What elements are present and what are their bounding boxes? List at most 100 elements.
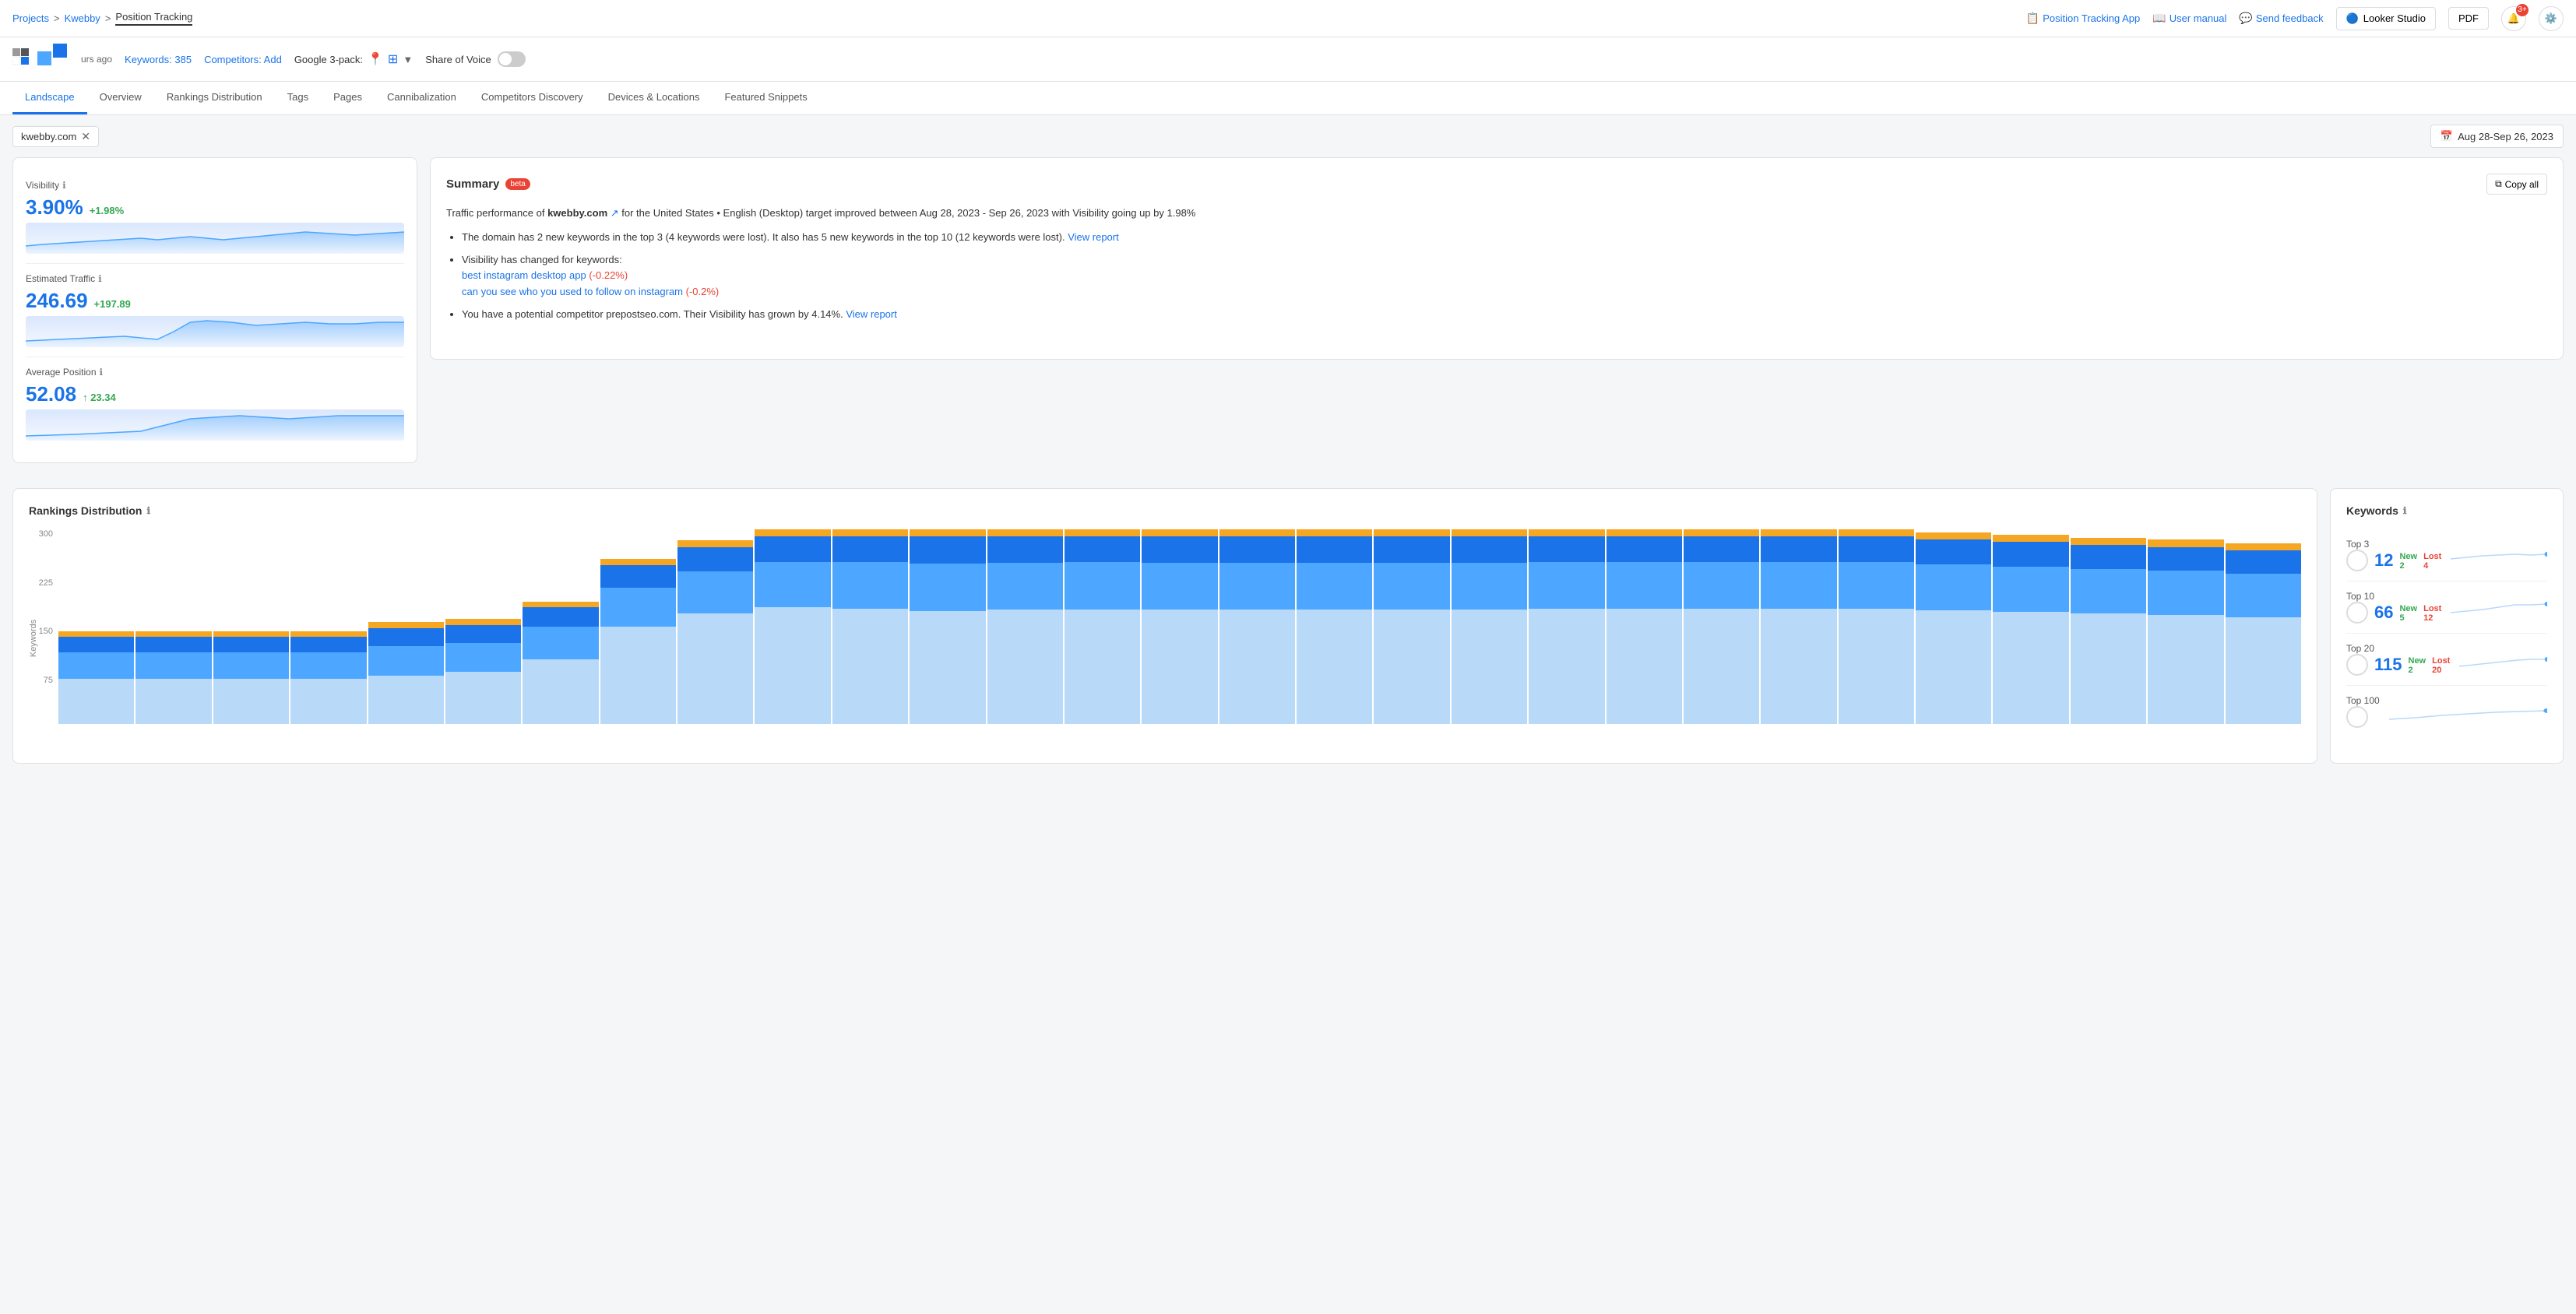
bar-segment: [445, 643, 521, 673]
top10-new-lost: New5 Lost12: [2399, 604, 2441, 623]
bar-segment: [290, 679, 366, 724]
send-feedback-link[interactable]: 💬 Send feedback: [2239, 12, 2323, 25]
position-chart: [26, 409, 404, 441]
logo-area: [12, 44, 69, 75]
bar-segment: [600, 565, 676, 588]
bar-segment: [1761, 536, 1836, 562]
bar-col-15: [1219, 529, 1295, 724]
bar-segment: [445, 672, 521, 724]
breadcrumb-kwebby[interactable]: Kwebby: [65, 12, 100, 24]
keywords-title: Keywords ℹ: [2346, 504, 2547, 517]
bar-col-12: [987, 529, 1063, 724]
logo-svg: [12, 48, 34, 70]
tab-overview[interactable]: Overview: [87, 82, 154, 114]
tab-landscape[interactable]: Landscape: [12, 82, 87, 114]
kwebby-external-link[interactable]: ↗: [611, 207, 619, 219]
bar-segment: [832, 529, 908, 536]
bar-segment: [2148, 539, 2223, 546]
bar-col-8: [677, 529, 753, 724]
tab-cannibalization[interactable]: Cannibalization: [375, 82, 469, 114]
bar-segment: [1684, 609, 1759, 724]
bar-segment: [135, 679, 211, 724]
pdf-button[interactable]: PDF: [2448, 7, 2489, 30]
summary-bullet-2: Visibility has changed for keywords: bes…: [462, 252, 2547, 300]
bar-segment: [135, 652, 211, 678]
nav-tabs: Landscape Overview Rankings Distribution…: [0, 82, 2576, 115]
position-label: Average Position ℹ: [26, 367, 404, 378]
notification-button[interactable]: 🔔 3+: [2501, 6, 2526, 31]
looker-studio-button[interactable]: 🔵 Looker Studio: [2336, 7, 2436, 30]
bar-segment: [1142, 529, 1217, 536]
bar-segment: [290, 652, 366, 678]
calendar-icon: 📅: [2441, 130, 2453, 142]
chevron-down-icon[interactable]: ▼: [403, 54, 413, 65]
domain-remove-button[interactable]: ✕: [81, 130, 90, 143]
bar-segment: [1684, 562, 1759, 609]
keywords-count[interactable]: 385: [174, 54, 192, 65]
top20-circle: [2346, 654, 2368, 676]
bottom-row: Rankings Distribution ℹ 300 225 150 75 K…: [0, 488, 2576, 776]
bar-col-9: [755, 529, 830, 724]
user-manual-link[interactable]: 📖 User manual: [2152, 12, 2226, 25]
feedback-icon: 💬: [2239, 12, 2252, 25]
y-label-225: 225: [39, 578, 53, 588]
tab-pages[interactable]: Pages: [321, 82, 375, 114]
bar-segment: [987, 610, 1063, 724]
bar-col-19: [1529, 529, 1604, 724]
bar-segment: [1374, 563, 1449, 610]
kw-instagram-follow[interactable]: can you see who you used to follow on in…: [462, 286, 683, 297]
position-tracking-app-link[interactable]: 📋 Position Tracking App: [2026, 12, 2140, 25]
traffic-value: 246.69 +197.89: [26, 289, 404, 313]
breadcrumb-projects[interactable]: Projects: [12, 12, 49, 24]
bullet3-view-report[interactable]: View report: [846, 308, 897, 320]
bar-segment: [1529, 529, 1604, 536]
tab-competitors[interactable]: Competitors Discovery: [469, 82, 596, 114]
tab-tags[interactable]: Tags: [275, 82, 321, 114]
tab-snippets[interactable]: Featured Snippets: [712, 82, 819, 114]
traffic-change: +197.89: [94, 298, 131, 310]
top3-circle: [2346, 550, 2368, 571]
summary-intro: Traffic performance of kwebby.com ↗ for …: [446, 206, 2547, 222]
bar-col-3: [290, 529, 366, 724]
keywords-card: Keywords ℹ Top 3 12 New2 Lost4: [2330, 488, 2564, 764]
bar-segment: [1839, 529, 1914, 536]
bar-segment: [2226, 574, 2301, 617]
bar-segment: [677, 613, 753, 724]
add-competitors-link[interactable]: Add: [264, 54, 282, 65]
bar-col-2: [213, 529, 289, 724]
top20-new-lost: New2 Lost20: [2409, 656, 2451, 675]
share-voice-toggle[interactable]: [498, 51, 526, 67]
tab-devices[interactable]: Devices & Locations: [596, 82, 713, 114]
bar-segment: [2226, 550, 2301, 574]
bar-segment: [910, 536, 985, 563]
rankings-distribution-card: Rankings Distribution ℹ 300 225 150 75 K…: [12, 488, 2317, 764]
y-label-300: 300: [39, 529, 53, 539]
settings-button[interactable]: ⚙️: [2539, 6, 2564, 31]
bullet1-view-report[interactable]: View report: [1068, 231, 1119, 243]
bar-segment: [1452, 529, 1527, 536]
bar-segment: [1916, 532, 1991, 539]
bar-segment: [910, 529, 985, 536]
bar-segment: [1297, 563, 1372, 610]
bar-segment: [1529, 609, 1604, 724]
bar-segment: [910, 564, 985, 611]
visibility-change: +1.98%: [90, 205, 124, 216]
date-range-picker[interactable]: 📅 Aug 28-Sep 26, 2023: [2430, 125, 2564, 148]
visibility-info-icon: ℹ: [62, 180, 66, 191]
bar-segment: [1839, 536, 1914, 562]
bar-segment: [1606, 536, 1682, 563]
summary-bullet-1: The domain has 2 new keywords in the top…: [462, 230, 2547, 246]
bar-col-22: [1761, 529, 1836, 724]
bar-col-0: [58, 529, 134, 724]
tab-rankings[interactable]: Rankings Distribution: [154, 82, 275, 114]
bar-col-11: [910, 529, 985, 724]
copy-all-button[interactable]: ⧉ Copy all: [2486, 174, 2547, 195]
top20-count: 115: [2374, 655, 2402, 675]
top10-label: Top 10: [2346, 591, 2441, 602]
second-bar: urs ago Keywords: 385 Competitors: Add G…: [0, 37, 2576, 82]
breadcrumb: Projects > Kwebby > Position Tracking: [12, 11, 2026, 26]
bar-segment: [987, 529, 1063, 536]
bar-segment: [2071, 569, 2146, 614]
metrics-card: Visibility ℹ 3.90% +1.98%: [12, 157, 417, 463]
kw-instagram-desktop[interactable]: best instagram desktop app: [462, 269, 586, 281]
